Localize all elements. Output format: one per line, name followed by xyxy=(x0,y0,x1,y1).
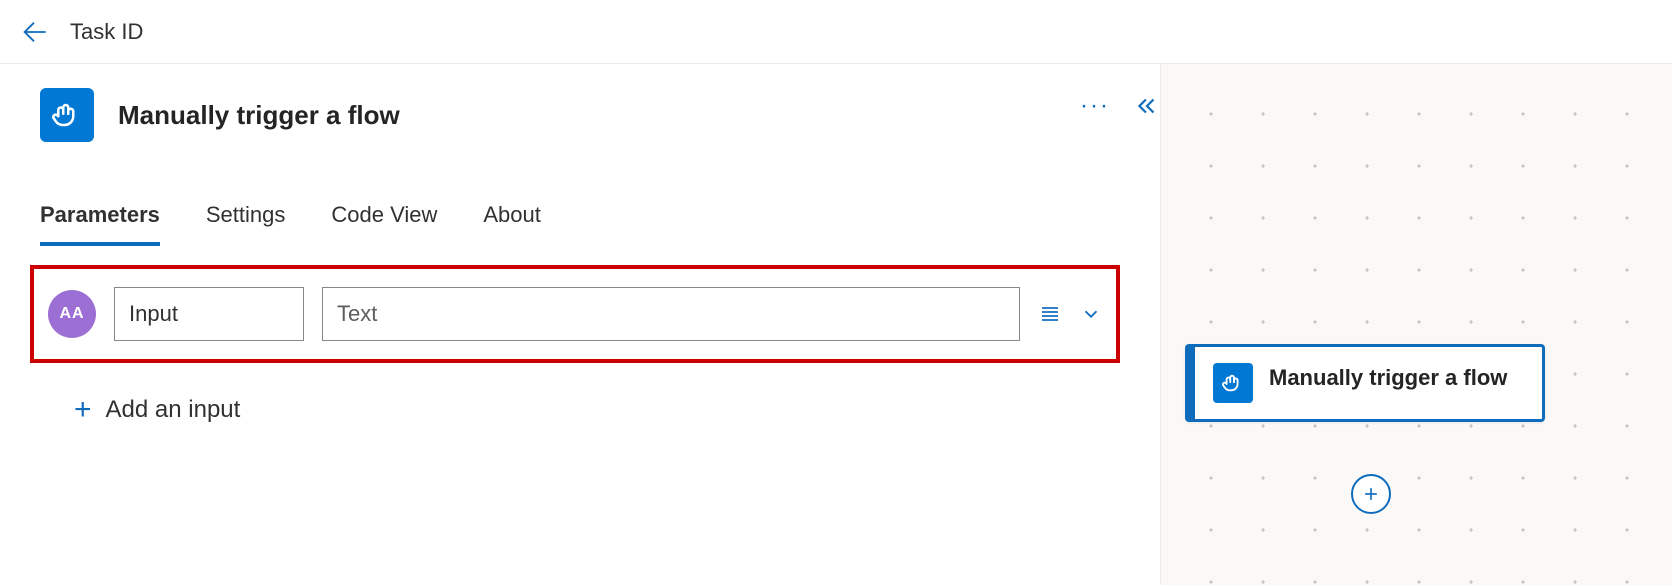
tab-parameters[interactable]: Parameters xyxy=(40,202,160,246)
trigger-node-title: Manually trigger a flow xyxy=(1269,363,1507,393)
add-step-button[interactable] xyxy=(1351,474,1391,514)
back-arrow-icon[interactable] xyxy=(18,16,50,48)
add-input-label: Add an input xyxy=(106,396,241,424)
page-title: Task ID xyxy=(70,19,143,45)
text-type-badge-icon: AA xyxy=(48,290,96,338)
input-parameter-row: AA xyxy=(30,265,1120,363)
flow-canvas[interactable]: Manually trigger a flow xyxy=(1160,64,1672,585)
trigger-node[interactable]: Manually trigger a flow xyxy=(1185,344,1545,422)
trigger-title: Manually trigger a flow xyxy=(118,100,400,131)
tab-code-view[interactable]: Code View xyxy=(331,202,437,246)
canvas-grid xyxy=(1161,64,1672,585)
expand-chevron-icon[interactable] xyxy=(1080,303,1102,325)
tab-settings[interactable]: Settings xyxy=(206,202,286,246)
list-options-icon[interactable] xyxy=(1038,302,1062,326)
more-options-icon[interactable]: ··· xyxy=(1080,92,1110,120)
action-panel: Manually trigger a flow ··· Parameters S… xyxy=(0,64,1160,585)
trigger-header: Manually trigger a flow ··· xyxy=(40,88,1160,142)
plus-icon: + xyxy=(74,393,92,427)
add-input-button[interactable]: + Add an input xyxy=(74,393,1160,427)
manual-trigger-icon xyxy=(40,88,94,142)
manual-trigger-icon xyxy=(1213,363,1253,403)
tabs: Parameters Settings Code View About xyxy=(40,202,1160,247)
top-bar: Task ID xyxy=(0,0,1672,64)
input-value-field[interactable] xyxy=(322,287,1020,341)
collapse-panel-icon[interactable] xyxy=(1134,93,1160,119)
tab-about[interactable]: About xyxy=(483,202,541,246)
workspace: Manually trigger a flow ··· Parameters S… xyxy=(0,64,1672,585)
input-name-field[interactable] xyxy=(114,287,304,341)
